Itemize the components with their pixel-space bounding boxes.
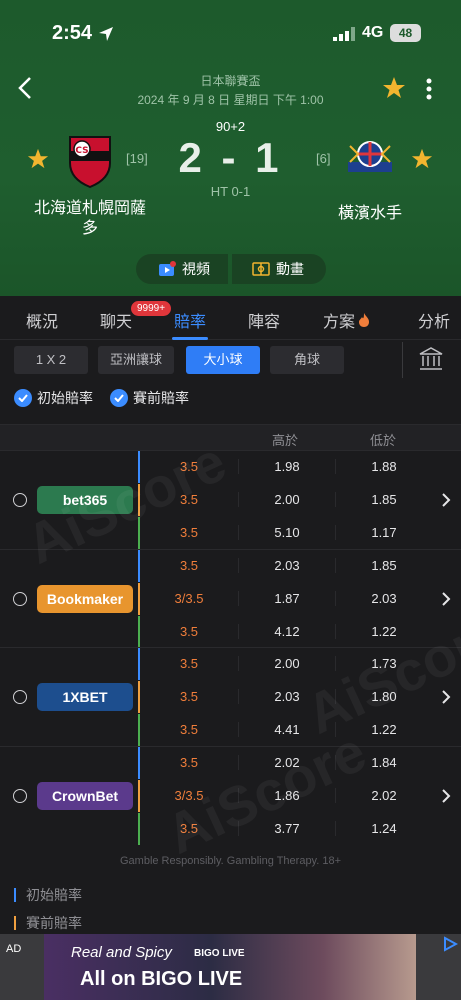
- subtab-asian-handicap[interactable]: 亞洲讓球: [98, 346, 174, 374]
- ad-brand-small: BIGO LIVE: [194, 948, 245, 959]
- battery-indicator: 48: [390, 24, 421, 42]
- ad-tagline: All on BIGO LIVE: [80, 968, 243, 990]
- animation-icon: [252, 262, 270, 276]
- odds-table-header: 高於 低於: [0, 424, 461, 450]
- halftime-score: HT 0-1: [210, 184, 251, 199]
- subtab-corners[interactable]: 角球: [270, 346, 344, 374]
- home-team-name-line1: 北海道札幌岡薩: [33, 200, 146, 217]
- bookmaker-radio[interactable]: [13, 493, 27, 507]
- legend-pre-label: 賽前賠率: [26, 915, 82, 931]
- animation-label: 動畫: [276, 261, 304, 277]
- odds-row: 3/3.5 1.87 2.03: [140, 583, 432, 616]
- check-icon: [14, 389, 32, 407]
- chevron-right-icon[interactable]: [441, 690, 451, 704]
- chevron-right-icon[interactable]: [441, 788, 451, 803]
- legend-initial-swatch: [14, 888, 16, 902]
- ad-choices-icon[interactable]: [442, 936, 458, 952]
- tab-plans[interactable]: 方案: [323, 308, 370, 332]
- bookmaker-logo[interactable]: Bookmaker: [37, 584, 133, 613]
- bookmaker-radio[interactable]: [13, 788, 27, 803]
- bank-table-icon[interactable]: [418, 346, 444, 372]
- odds-high: 4.12: [238, 623, 335, 639]
- odds-line: 3.5: [179, 557, 199, 573]
- odds-high: 2.03: [238, 557, 335, 573]
- odds-high: 1.87: [238, 590, 335, 606]
- odds-high: 2.00: [238, 492, 335, 507]
- bookmaker-radio[interactable]: [13, 690, 27, 704]
- ad-label: AD: [6, 943, 22, 955]
- subtab-divider: [402, 342, 403, 378]
- bigo-live-ad[interactable]: Real and Spicy BIGO LIVE All on BIGO LIV…: [44, 934, 458, 1000]
- chat-count-badge: 9999+: [131, 301, 172, 316]
- away-team-name[interactable]: 橫濱水手: [310, 199, 430, 223]
- active-tab-indicator: [172, 337, 208, 340]
- home-team-name[interactable]: 北海道札幌岡薩 多: [20, 199, 160, 239]
- odds-high: 2.00: [238, 656, 335, 671]
- legend-pre: 賽前賠率: [14, 913, 82, 933]
- tab-odds[interactable]: 賠率: [174, 308, 206, 332]
- legend-pre-swatch: [14, 916, 16, 930]
- main-tabs: 概況 聊天 賠率 陣容 方案 分析: [0, 296, 461, 340]
- tab-plans-label: 方案: [323, 314, 356, 331]
- odds-low: 1.85: [335, 557, 432, 573]
- odds-low: 1.24: [335, 820, 432, 836]
- odds-low: 1.88: [335, 459, 432, 474]
- tab-chat[interactable]: 聊天: [100, 308, 132, 332]
- pre-match-odds-checkbox[interactable]: 賽前賠率: [110, 388, 189, 408]
- tab-lineup[interactable]: 陣容: [248, 308, 280, 332]
- odds-line: 3.5: [179, 754, 199, 770]
- bookmaker-logo[interactable]: 1XBET: [37, 683, 133, 711]
- match-score: 2 - 1: [178, 134, 283, 181]
- more-menu-icon[interactable]: [425, 77, 433, 101]
- animation-button[interactable]: 動畫: [232, 254, 326, 284]
- initial-odds-label: 初始賠率: [37, 390, 93, 406]
- status-bar: 2:54 4G 48: [0, 22, 461, 48]
- home-team-name-line2: 多: [81, 220, 98, 237]
- network-label: 4G: [362, 24, 384, 41]
- bookmaker-logo[interactable]: CrownBet: [37, 781, 133, 810]
- fire-icon: [359, 313, 370, 327]
- odds-line: 3.5: [179, 525, 199, 540]
- ad-banner-area[interactable]: AD Real and Spicy BIGO LIVE All on BIGO …: [0, 934, 461, 1000]
- odds-high: 5.10: [238, 525, 335, 540]
- signal-icon: [333, 27, 355, 41]
- odds-line: 3.5: [179, 722, 199, 737]
- column-high: 高於: [272, 433, 299, 448]
- check-icon: [110, 389, 128, 407]
- odds-low: 2.03: [335, 590, 432, 606]
- status-time: 2:54: [52, 22, 93, 44]
- odds-row: 3.5 5.10 1.17: [140, 517, 432, 550]
- odds-low: 2.02: [335, 787, 432, 803]
- video-icon: [159, 261, 176, 276]
- tab-analysis[interactable]: 分析: [418, 308, 450, 332]
- odds-line: 3.5: [179, 689, 199, 704]
- odds-line: 3/3.5: [174, 590, 204, 606]
- location-arrow-icon: [99, 27, 113, 41]
- initial-odds-checkbox[interactable]: 初始賠率: [14, 388, 93, 408]
- bookmaker-radio[interactable]: [13, 591, 27, 606]
- odds-high: 1.98: [238, 459, 335, 474]
- subtab-over-under[interactable]: 大小球: [186, 346, 260, 374]
- match-minute: 90+2: [215, 119, 246, 134]
- gamble-note: Gamble Responsibly. Gambling Therapy. 18…: [119, 855, 342, 867]
- subtab-1x2[interactable]: 1 X 2: [14, 346, 88, 374]
- odds-line: 3.5: [179, 656, 199, 671]
- odds-low: 1.85: [335, 492, 432, 507]
- legend-initial-label: 初始賠率: [26, 887, 82, 903]
- pre-match-odds-label: 賽前賠率: [133, 390, 189, 406]
- match-header: 2:54 4G 48 日本聯賽盃 2024 年 9 月 8 日 星期日 下午 1…: [0, 0, 461, 296]
- favorite-star-icon[interactable]: [382, 76, 406, 100]
- video-button[interactable]: 視頻: [136, 254, 228, 284]
- chevron-right-icon[interactable]: [441, 591, 451, 606]
- tab-overview[interactable]: 概況: [26, 308, 58, 332]
- odds-row: 3.5 2.03 1.85: [140, 550, 432, 583]
- column-low: 低於: [370, 433, 397, 448]
- legend-initial: 初始賠率: [14, 885, 82, 905]
- odds-line: 3.5: [179, 623, 199, 639]
- chevron-right-icon[interactable]: [441, 493, 451, 507]
- odds-low: 1.17: [335, 525, 432, 540]
- odds-row: 3.5 4.41 1.22: [140, 714, 432, 747]
- ad-headline: Real and Spicy: [71, 944, 172, 961]
- video-label: 視頻: [182, 261, 210, 277]
